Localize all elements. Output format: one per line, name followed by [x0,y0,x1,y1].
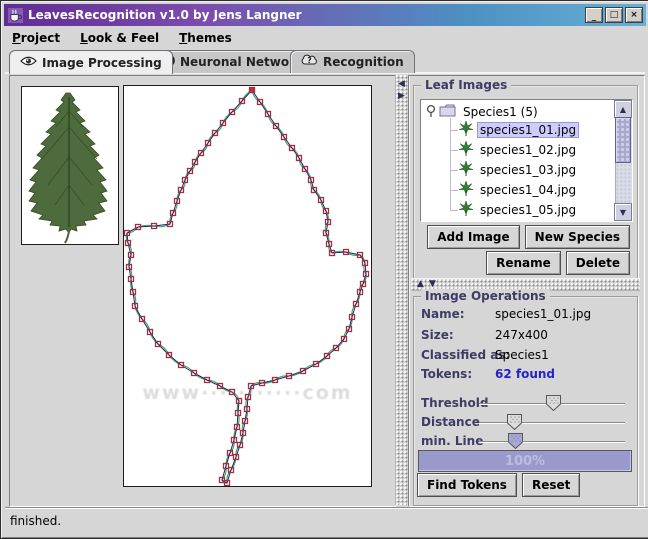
leaf-icon [459,181,477,199]
title-bar[interactable]: LeavesRecognition v1.0 by Jens Langner _… [4,4,646,26]
tree-buttons-row2: RenameDelete [420,251,630,275]
leaf-icon [459,201,477,219]
collapse-left-icon[interactable]: ◀ [398,80,405,89]
minimize-button[interactable]: _ [585,7,603,23]
token-overlay [124,86,371,486]
leaf-icon [459,161,477,179]
leaf-photo [22,87,118,244]
leaf-photo-thumbnail [21,86,119,245]
tree-buttons-row1: Add ImageNew Species [420,225,630,249]
delete-button[interactable]: Delete [566,251,630,275]
leaf-icon [459,121,477,139]
leaf-icon [459,141,477,159]
progress-label: 100% [505,454,545,469]
tree-root-label[interactable]: Species1 (5) [460,104,541,120]
min-line-slider-thumb[interactable] [508,433,523,449]
svg-text:?: ? [307,56,312,65]
field-label-name: Name: [421,307,465,321]
leaf-stem [65,231,69,243]
leaf-blade [29,93,107,233]
collapse-up-icon[interactable]: ▲ [417,280,424,289]
reset-button[interactable]: Reset [522,473,580,497]
slider-label-min-line: min. Line [421,434,483,448]
scroll-down-button[interactable]: ▼ [614,203,632,221]
find-tokens-button[interactable]: Find Tokens [417,473,517,497]
expand-right-icon[interactable]: ▶ [398,92,405,101]
field-value-size: 247x400 [495,328,548,342]
field-value-classified-as: Species1 [495,348,549,362]
menu-project[interactable]: Project [12,31,60,45]
tree-item-species1-01-jpg[interactable]: species1_01.jpg [459,120,579,140]
slider-label-distance: Distance [421,415,480,429]
field-label-size: Size: [421,328,454,342]
field-value-tokens: 62 found [495,367,555,381]
watermark: www···········com [124,382,371,404]
app-window: LeavesRecognition v1.0 by Jens Langner _… [0,0,648,539]
expand-down-icon[interactable]: ▼ [429,280,436,289]
leaf-token-canvas[interactable]: www···········com [123,85,372,487]
maximize-button[interactable]: □ [605,7,623,23]
tree-item-species1-04-jpg[interactable]: species1_04.jpg [459,180,579,200]
distance-slider[interactable] [479,422,625,424]
tree-item-species1-05-jpg[interactable]: species1_05.jpg [459,200,579,220]
status-text: finished. [10,514,61,528]
rename-button[interactable]: Rename [486,251,561,275]
tab-image-processing[interactable]: Image Processing [9,50,173,74]
token-marker [250,88,255,93]
min-line-slider[interactable] [479,441,625,443]
field-value-name: species1_01.jpg [495,307,591,321]
field-label-tokens: Tokens: [421,367,472,381]
menu-look-feel[interactable]: Look & Feel [80,31,159,45]
tree-scrollbar-thumb[interactable] [615,117,631,163]
species-tree[interactable]: Species1 (5)species1_01.jpgspecies1_02.j… [420,99,633,222]
new-species-button[interactable]: New Species [525,225,630,249]
threshold-slider-thumb[interactable] [546,395,561,411]
eye-icon [20,55,37,70]
menu-themes[interactable]: Themes [179,31,232,45]
window-controls: _□× [583,7,643,23]
tree-expand-handle-icon[interactable] [425,103,439,122]
status-bar: finished. [5,507,648,534]
progress-bar: 100% [418,450,632,472]
operations-buttons-row: Find TokensReset [417,473,630,497]
tree-root-species1[interactable]: Species1 (5) [425,102,541,122]
tab-recognition[interactable]: ?Recognition [290,50,415,73]
tree-item-species1-03-jpg[interactable]: species1_03.jpg [459,160,579,180]
distance-slider-thumb[interactable] [507,414,522,430]
tree-connector [450,118,451,210]
menu-bar: Project Look & Feel Themes [5,27,648,49]
tree-item-species1-02-jpg[interactable]: species1_02.jpg [459,140,579,160]
leaf-images-panel-title: Leaf Images [421,78,511,92]
window-title: LeavesRecognition v1.0 by Jens Langner [28,8,302,22]
image-operations-panel-title: Image Operations [421,289,550,303]
coffee-cup-app-icon [8,8,23,23]
scroll-up-button[interactable]: ▲ [614,100,632,118]
close-button[interactable]: × [625,7,643,23]
question-cloud-icon: ? [301,54,318,70]
add-image-button[interactable]: Add Image [427,225,519,249]
